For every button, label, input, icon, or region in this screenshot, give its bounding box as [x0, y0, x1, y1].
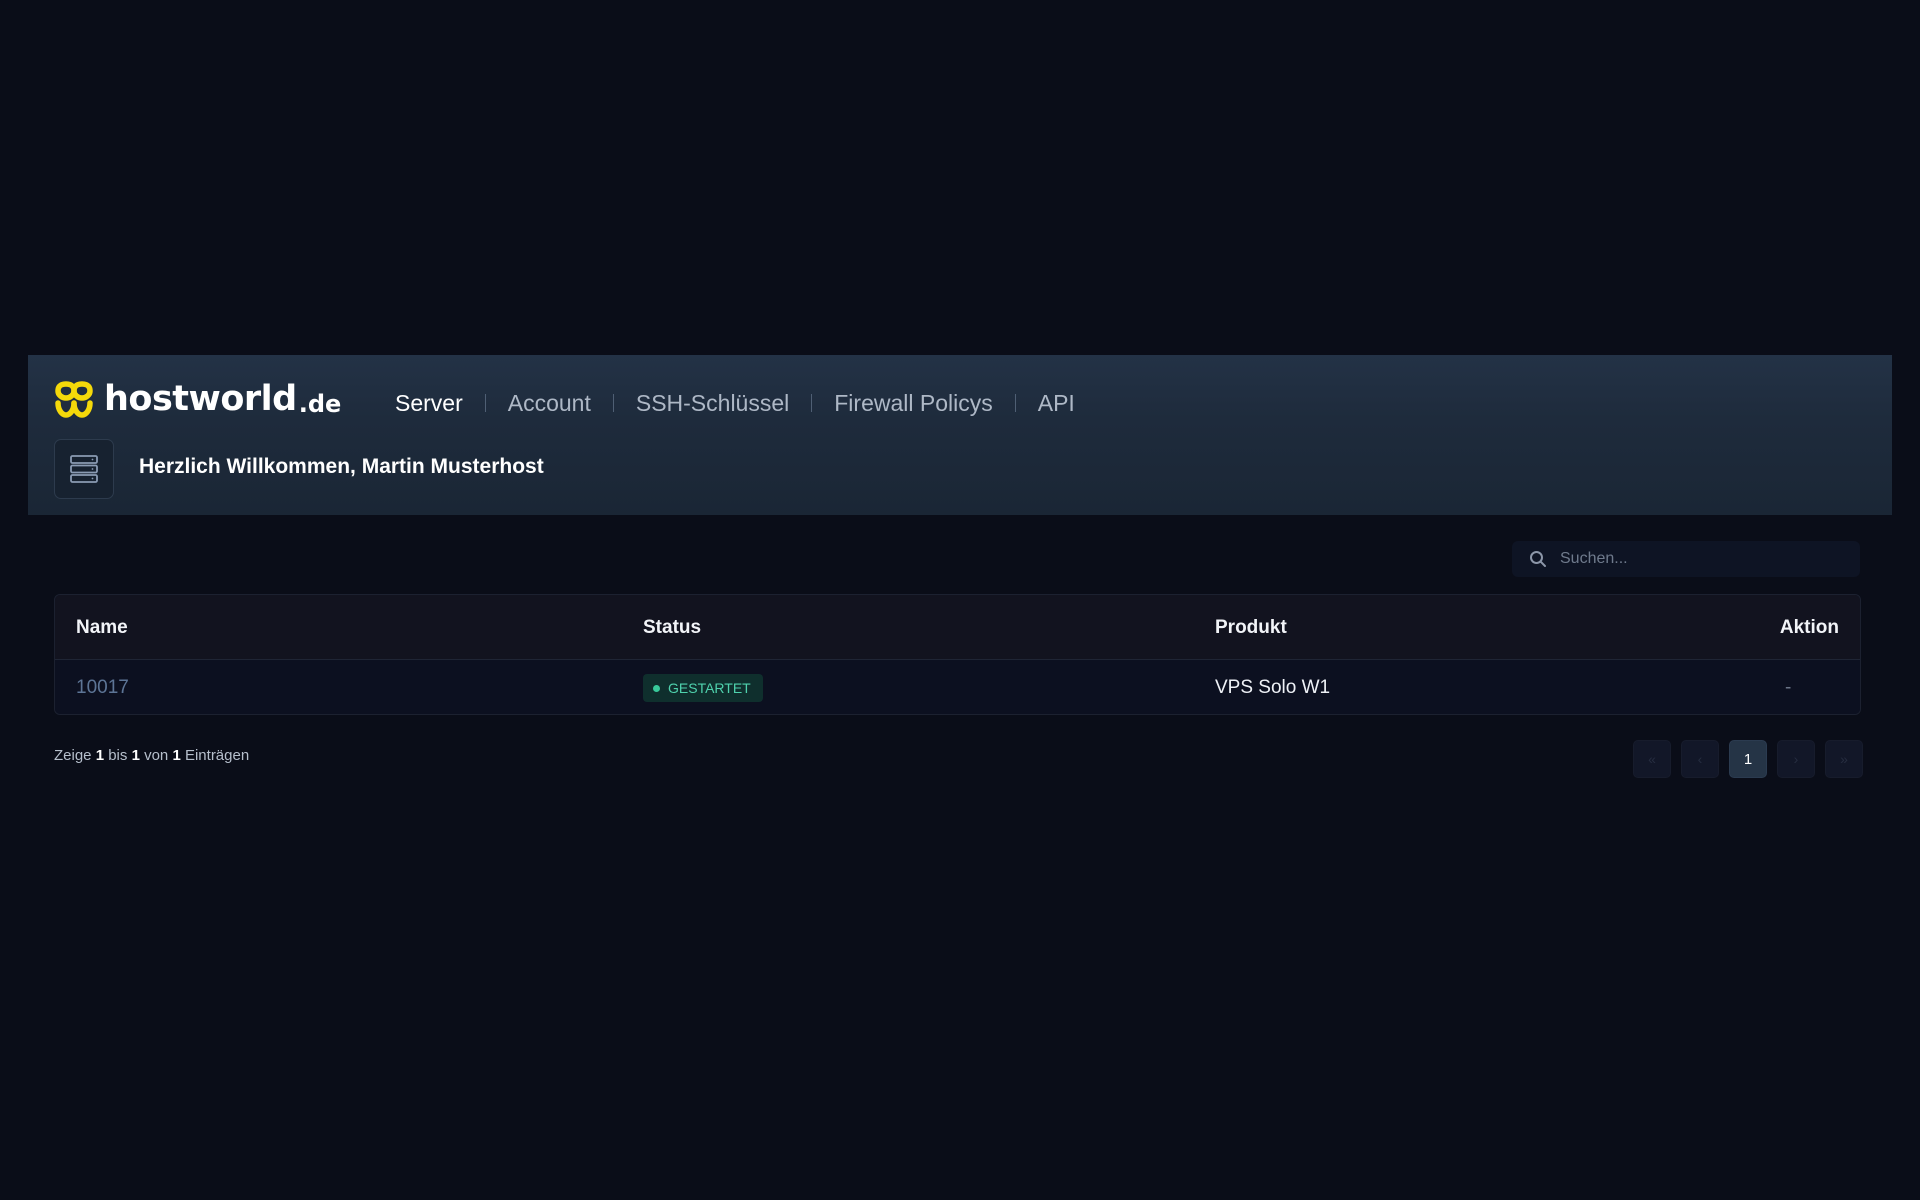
pagination: « ‹ 1 › »	[1633, 740, 1863, 778]
column-header-name[interactable]: Name	[76, 595, 128, 660]
main-nav: Server Account SSH-Schlüssel Firewall Po…	[367, 381, 1097, 425]
status-label: GESTARTET	[668, 680, 751, 696]
info-prefix: Zeige	[54, 747, 92, 764]
info-from: 1	[95, 747, 105, 764]
page-prev-button[interactable]: ‹	[1681, 740, 1719, 778]
status-dot	[653, 684, 660, 692]
page-current-button[interactable]: 1	[1729, 740, 1767, 778]
page-next-button[interactable]: ›	[1777, 740, 1815, 778]
server-stack-icon	[54, 439, 114, 499]
action-cell: -	[1785, 677, 1792, 698]
nav-item-ssh-keys[interactable]: SSH-Schlüssel	[614, 390, 811, 417]
hostworld-logo-icon	[55, 381, 93, 418]
server-table: Name Status Produkt Aktion 10017 GESTART…	[54, 594, 1861, 715]
nav-item-server[interactable]: Server	[367, 390, 485, 417]
brand-logo[interactable]: hostworld .de	[54, 377, 341, 421]
product-cell: VPS Solo W1	[1215, 677, 1331, 698]
search-box	[1512, 541, 1860, 577]
column-header-status[interactable]: Status	[643, 595, 701, 660]
column-header-product[interactable]: Produkt	[1215, 595, 1287, 660]
info-mid1: bis	[108, 747, 128, 764]
page-first-button[interactable]: «	[1633, 740, 1671, 778]
nav-item-api[interactable]: API	[1016, 390, 1097, 417]
info-mid2: von	[144, 747, 169, 764]
header-panel: hostworld .de Server Account SSH-Schlüsse…	[28, 355, 1892, 515]
column-header-action: Aktion	[1779, 617, 1839, 638]
table-info: Zeige 1 bis 1 von 1 Einträgen	[54, 747, 249, 764]
table-header: Name Status Produkt Aktion	[55, 595, 1860, 660]
page-last-button[interactable]: »	[1825, 740, 1863, 778]
welcome-message: Herzlich Willkommen, Martin Musterhost	[139, 455, 544, 478]
brand-name: hostworld	[104, 379, 297, 419]
status-badge: GESTARTET	[643, 674, 763, 702]
nav-item-account[interactable]: Account	[486, 390, 613, 417]
brand-tld: .de	[298, 390, 342, 418]
info-total: 1	[172, 747, 181, 764]
search-input[interactable]	[1558, 549, 1838, 569]
info-suffix: Einträgen	[184, 747, 250, 764]
search-icon	[1530, 551, 1546, 567]
server-name-link[interactable]: 10017	[76, 660, 129, 714]
info-to: 1	[131, 747, 140, 764]
table-row: 10017 GESTARTET VPS Solo W1 -	[55, 660, 1860, 714]
nav-item-firewall-policies[interactable]: Firewall Policys	[812, 390, 1014, 417]
